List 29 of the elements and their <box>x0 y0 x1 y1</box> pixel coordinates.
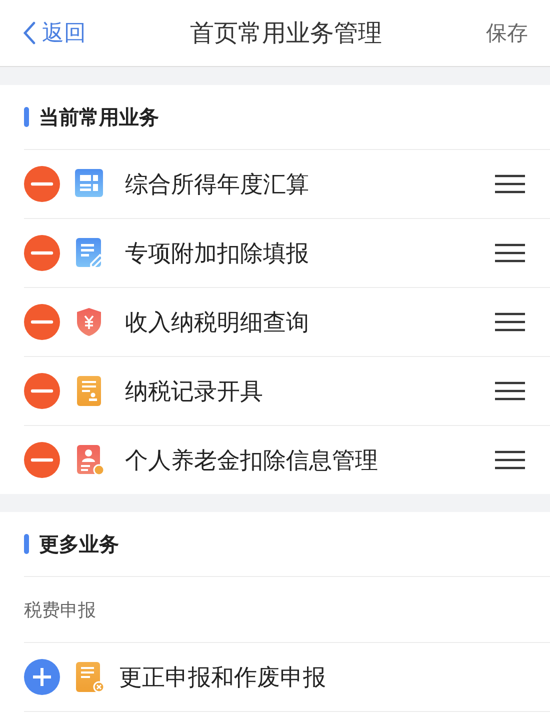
section-title: 更多业务 <box>39 530 119 558</box>
service-label: 纳税记录开具 <box>125 378 264 406</box>
add-icon[interactable] <box>24 659 60 695</box>
service-label: 更正申报和作废申报 <box>119 664 327 692</box>
document-remove-icon <box>74 661 105 693</box>
drag-handle-icon[interactable] <box>494 312 526 332</box>
service-label: 综合所得年度汇算 <box>125 170 310 200</box>
group-title: 税费申报 <box>24 577 550 643</box>
accent-bar <box>24 534 29 554</box>
save-button[interactable]: 保存 <box>486 19 528 47</box>
person-card-icon <box>74 444 105 476</box>
dashboard-icon <box>74 168 105 200</box>
section-title: 当前常用业务 <box>39 104 159 130</box>
service-label: 个人养老金扣除信息管理 <box>125 446 379 476</box>
remove-icon[interactable] <box>24 166 60 202</box>
remove-icon[interactable] <box>24 442 60 478</box>
remove-icon[interactable] <box>24 235 60 271</box>
service-label: 专项附加扣除填报 <box>125 240 310 268</box>
back-button[interactable]: 返回 <box>22 18 86 48</box>
remove-icon[interactable] <box>24 304 60 340</box>
accent-bar <box>24 107 29 127</box>
remove-icon[interactable] <box>24 373 60 409</box>
drag-handle-icon[interactable] <box>494 381 526 401</box>
page-title: 首页常用业务管理 <box>190 18 382 49</box>
service-label: 收入纳税明细查询 <box>125 308 310 338</box>
drag-handle-icon[interactable] <box>494 174 526 194</box>
drag-handle-icon[interactable] <box>494 243 526 263</box>
back-icon <box>22 21 36 45</box>
drag-handle-icon[interactable] <box>494 450 526 470</box>
